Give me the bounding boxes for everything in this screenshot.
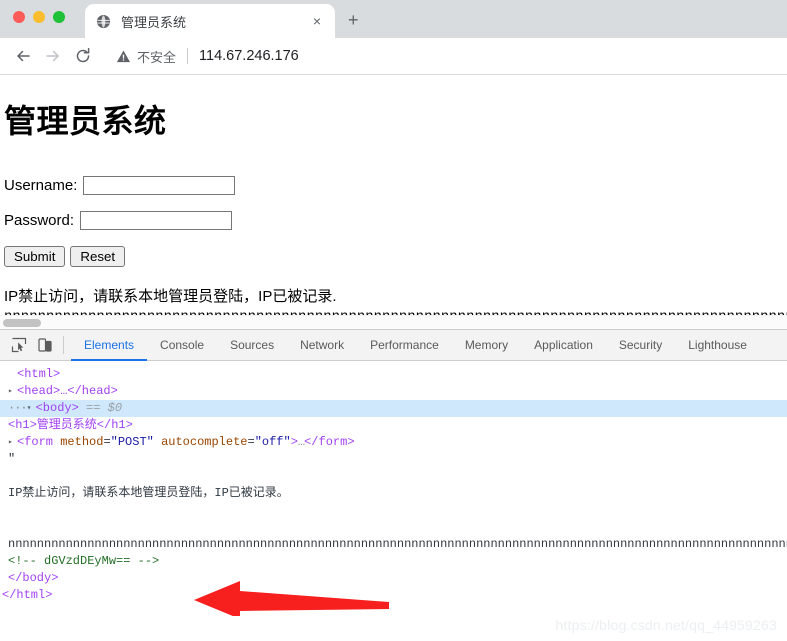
expand-arrow-icon[interactable]: ▸ [8, 383, 17, 400]
expand-arrow-icon: ▸ [8, 366, 17, 383]
dom-node-filler: nnnnnnnnnnnnnnnnnnnnnnnnnnnnnnnnnnnnnnnn… [0, 536, 787, 553]
window-controls [13, 11, 65, 23]
device-toolbar-icon[interactable] [32, 332, 58, 358]
dom-text-message: IP禁止访问，请联系本地管理员登陆，IP已被记录。 [8, 486, 289, 500]
close-icon[interactable]: × [309, 13, 325, 29]
page-content: 管理员系统 Username: Password: Submit Reset I… [0, 75, 787, 329]
tab-sources[interactable]: Sources [217, 330, 287, 361]
username-input[interactable] [83, 176, 236, 195]
tab-lighthouse[interactable]: Lighthouse [675, 330, 760, 361]
username-label: Username: [4, 177, 78, 194]
password-label: Password: [4, 212, 75, 229]
dom-node-label: <html> [17, 367, 61, 381]
dom-node-label: </html> [2, 588, 53, 602]
tab-elements[interactable]: Elements [71, 330, 147, 361]
maximize-window-button[interactable] [53, 11, 65, 23]
tab-network[interactable]: Network [287, 330, 357, 361]
dom-node-h1[interactable]: <h1>管理员系统</h1> [0, 417, 787, 434]
tab-performance[interactable]: Performance [357, 330, 452, 361]
tab-title: 管理员系统 [121, 14, 187, 30]
overflow-dots: ··· [8, 401, 28, 415]
tab-application[interactable]: Application [521, 330, 606, 361]
password-input[interactable] [80, 211, 233, 230]
devtools-panel: Elements Console Sources Network Perform… [0, 329, 787, 616]
password-row: Password: [4, 211, 787, 230]
reload-icon[interactable] [68, 41, 98, 71]
dom-node-html-close: </html> [0, 587, 787, 604]
dom-form-attr-method-value: POST [117, 435, 147, 449]
new-tab-button[interactable]: + [348, 11, 359, 29]
security-label: 不安全 [137, 49, 177, 65]
url-text[interactable]: 114.67.246.176 [199, 48, 299, 64]
dom-spacer-3 [0, 519, 787, 536]
browser-title-bar: 管理员系统 × + [0, 0, 787, 38]
dom-spacer-2 [0, 502, 787, 519]
browser-toolbar: 不安全 114.67.246.176 [0, 38, 787, 75]
dom-node-label: </body> [8, 571, 59, 585]
globe-icon [95, 13, 111, 29]
dom-spacer-1 [0, 468, 787, 485]
back-icon[interactable] [8, 41, 38, 71]
dom-node-body-open[interactable]: ···▾ <body> == $0 [0, 400, 787, 417]
tab-memory[interactable]: Memory [452, 330, 521, 361]
dom-form-attr-autocomplete-value: off [261, 435, 284, 449]
toolbar-divider [63, 336, 64, 354]
tab-console[interactable]: Console [147, 330, 217, 361]
expand-arrow-icon[interactable]: ▸ [8, 434, 17, 451]
warning-triangle-icon [116, 49, 131, 64]
reset-button[interactable]: Reset [70, 246, 126, 267]
dom-node-label: <body> [35, 401, 79, 415]
close-window-button[interactable] [13, 11, 25, 23]
watermark: https://blog.csdn.net/qq_44959263 [555, 617, 777, 633]
page-horizontal-scrollbar[interactable] [0, 315, 787, 329]
selected-node-marker: == $0 [86, 401, 123, 415]
forward-icon[interactable] [38, 41, 68, 71]
dom-node-comment[interactable]: <!-- dGVzdDEyMw== --> [0, 553, 787, 570]
inspect-element-icon[interactable] [6, 332, 32, 358]
dom-tree: ▸<html> ▸<head>…</head> ···▾<body> == $0… [0, 361, 787, 604]
omnibox-separator [187, 48, 189, 64]
dom-node-head[interactable]: ▸ <head>…</head> [0, 383, 787, 400]
dom-form-tag: form [24, 435, 54, 449]
scrollbar-thumb[interactable] [3, 319, 41, 327]
address-bar[interactable]: 不安全 114.67.246.176 [106, 42, 779, 70]
minimize-window-button[interactable] [33, 11, 45, 23]
security-status[interactable]: 不安全 [116, 47, 176, 66]
dom-node-html-open[interactable]: ▸<html> [0, 366, 787, 383]
dom-node-label: <head>…</head> [17, 384, 118, 398]
dom-comment-base64: <!-- dGVzdDEyMw== --> [8, 554, 160, 568]
ip-blocked-message: IP禁止访问，请联系本地管理员登陆，IP已被记录. [4, 288, 337, 305]
dom-node-label: <h1>管理员系统</h1> [8, 418, 133, 432]
dom-text-quote: " [8, 452, 16, 466]
dom-form-attr-autocomplete: autocomplete [161, 435, 248, 449]
browser-tab[interactable]: 管理员系统 × [85, 4, 335, 38]
devtools-tabs: Elements Console Sources Network Perform… [71, 330, 760, 361]
form-buttons: Submit Reset [4, 246, 787, 267]
username-row: Username: [4, 176, 787, 195]
devtools-toolbar: Elements Console Sources Network Perform… [0, 330, 787, 361]
submit-button[interactable]: Submit [4, 246, 66, 267]
dom-text-filler: nnnnnnnnnnnnnnnnnnnnnnnnnnnnnnnnnnnnnnnn… [8, 537, 787, 551]
dom-node-quote: " [0, 451, 787, 468]
dom-node-form[interactable]: ▸ <form method="POST" autocomplete="off">… [0, 434, 787, 451]
dom-form-close-tag: form [318, 435, 348, 449]
page-title: 管理员系统 [4, 103, 167, 139]
dom-node-body-close: </body> [0, 570, 787, 587]
tab-security[interactable]: Security [606, 330, 675, 361]
dom-node-text-message: IP禁止访问，请联系本地管理员登陆，IP已被记录。 [0, 485, 787, 502]
collapse-arrow-icon[interactable]: ▾ [27, 400, 36, 417]
dom-form-attr-method: method [60, 435, 104, 449]
